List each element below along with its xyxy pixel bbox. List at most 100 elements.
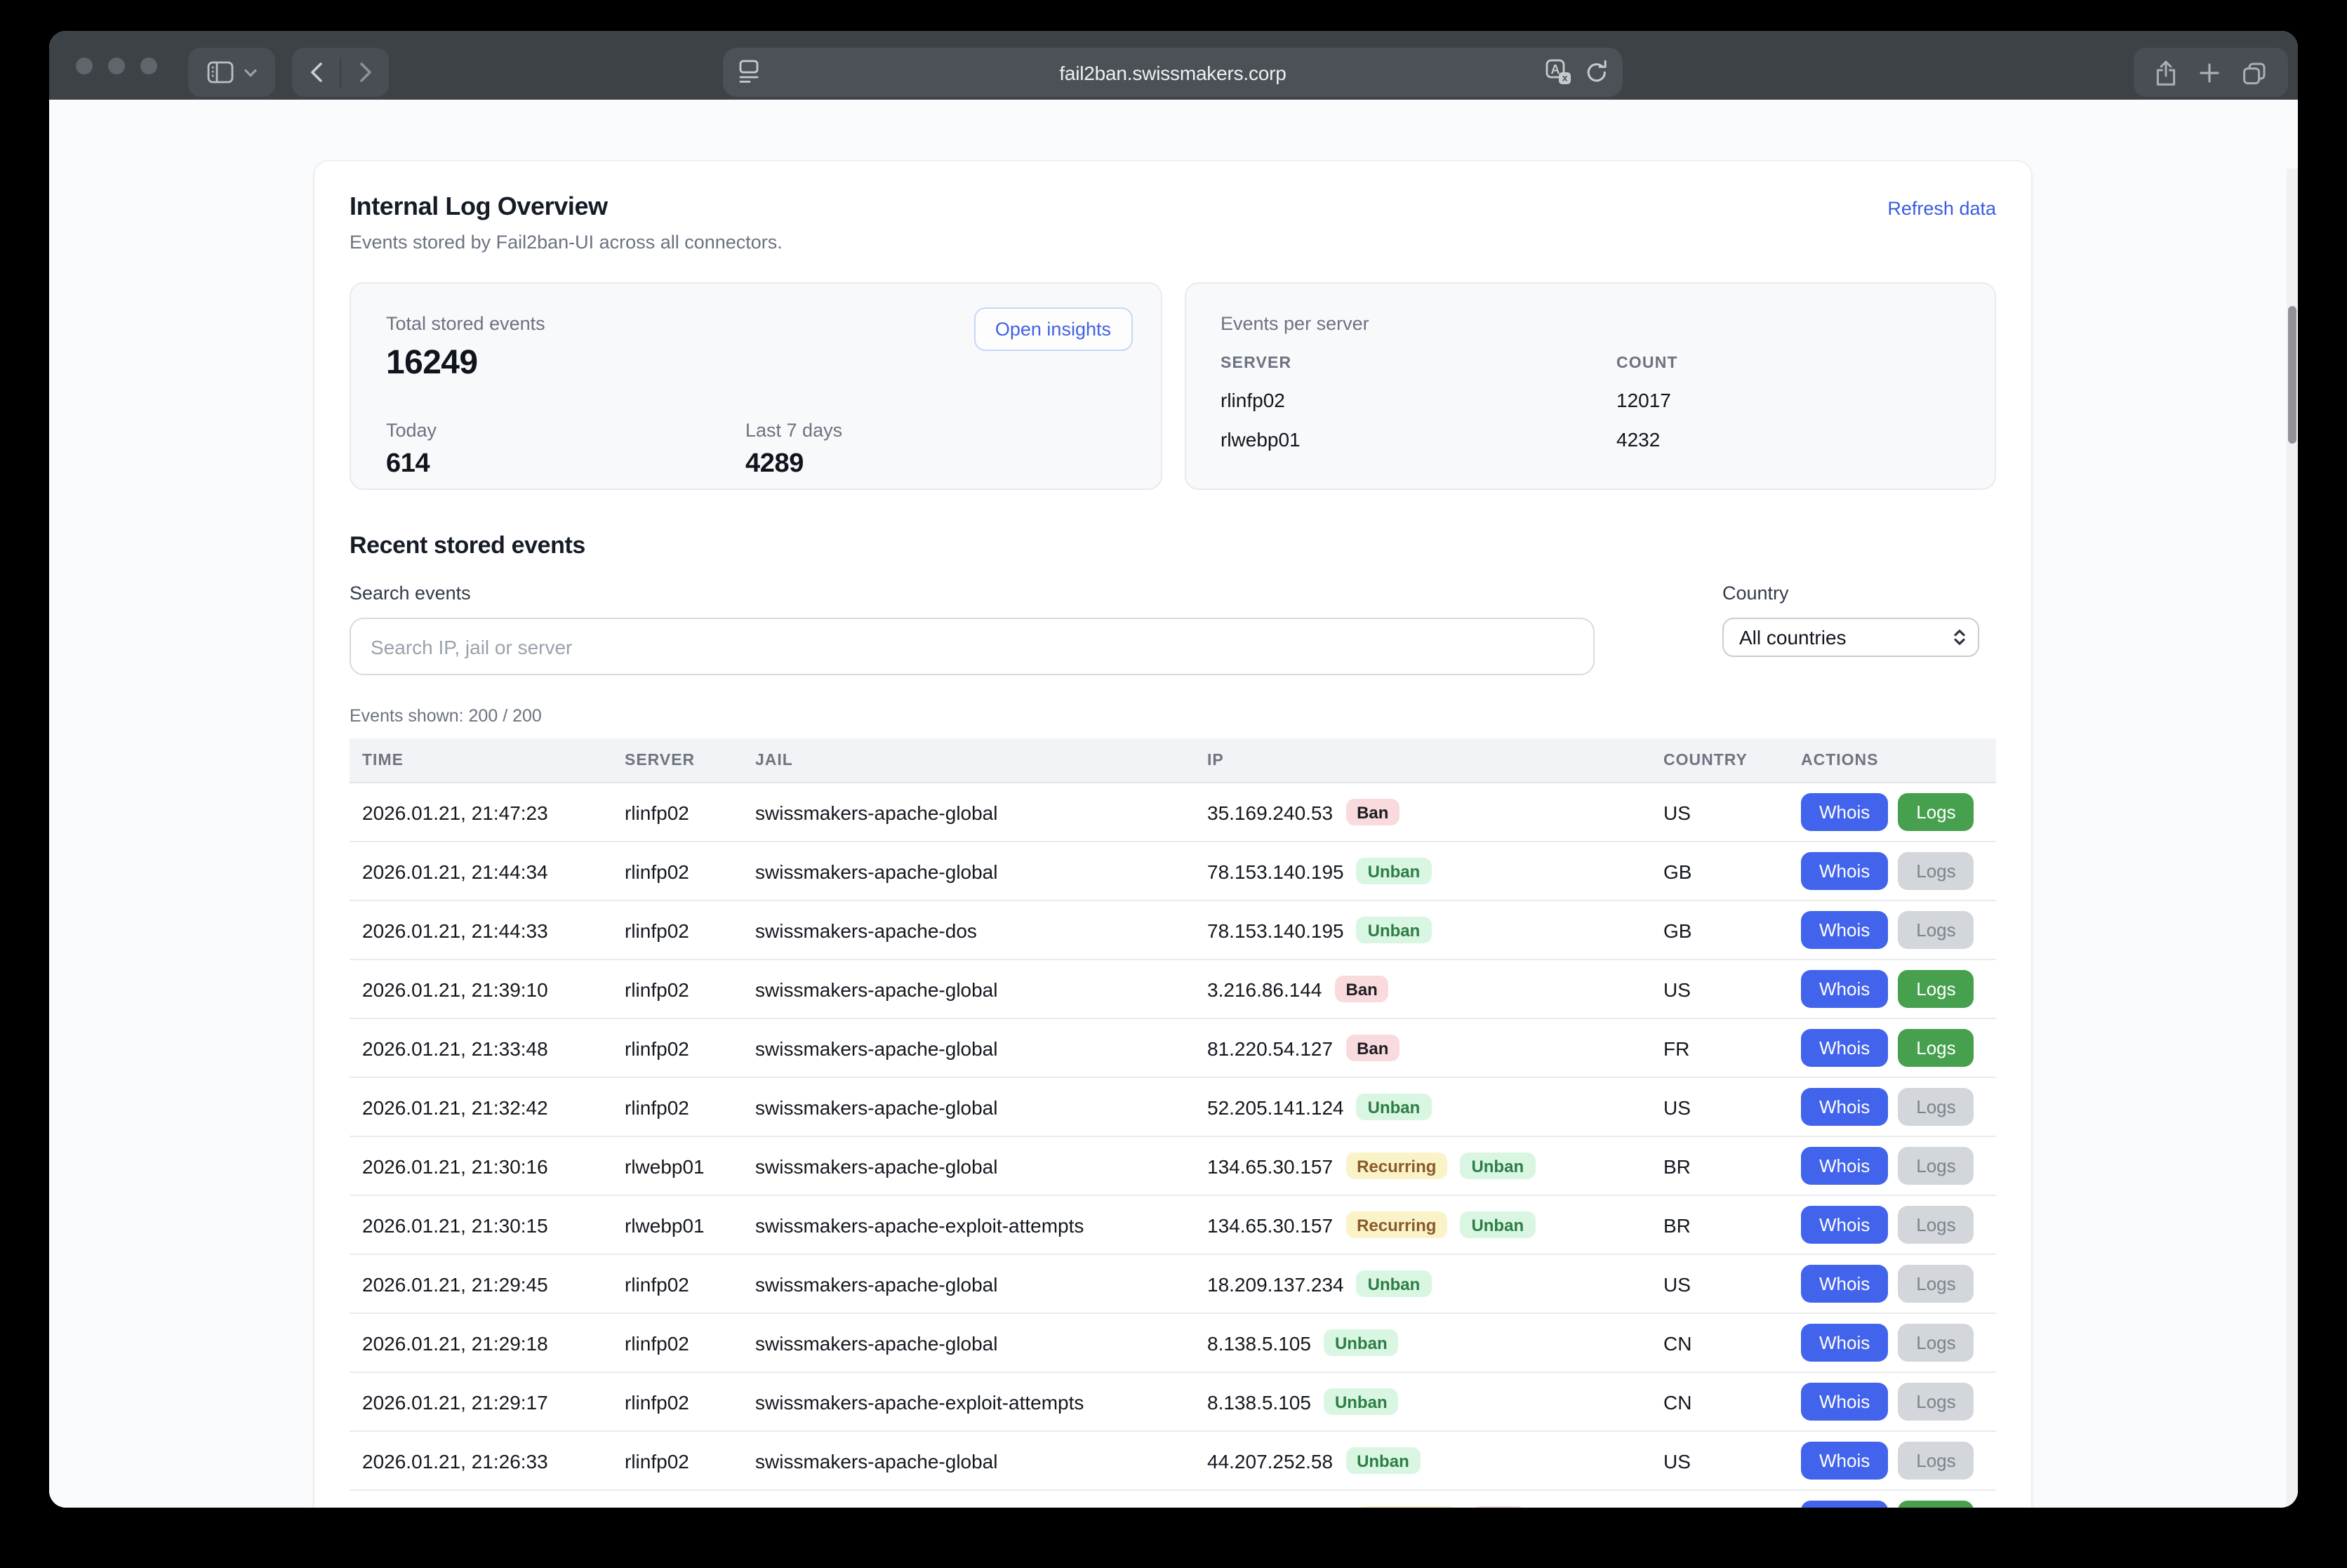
col-server: SERVER [612,752,743,769]
logs-button[interactable]: Logs [1898,1442,1974,1480]
event-country: US [1651,1449,1788,1472]
per-server-title: Events per server [1221,313,1960,335]
ban-badge: Ban [1471,1506,1525,1508]
desktop: fail2ban.swissmakers.corp A x [0,0,2347,1568]
whois-button[interactable]: Whois [1801,911,1888,949]
logs-button[interactable]: Logs [1898,970,1974,1008]
event-ip: 134.65.30.157 [1207,1155,1333,1177]
event-jail: swissmakers-apache-global [743,1037,1195,1059]
whois-button[interactable]: Whois [1801,1324,1888,1362]
per-server-col-count: COUNT [1616,355,1960,372]
event-time: 2026.01.21, 21:44:33 [350,919,612,941]
logs-button[interactable]: Logs [1898,1088,1974,1126]
event-jail: swissmakers-apache-global [743,1155,1195,1177]
translate-icon[interactable]: A x [1545,59,1572,86]
ban-badge: Ban [1345,1035,1399,1061]
unban-badge: Unban [1357,917,1432,943]
event-jail: swissmakers-apache-exploit-attempts [743,1214,1195,1236]
logs-button[interactable]: Logs [1898,793,1974,831]
logs-button[interactable]: Logs [1898,911,1974,949]
table-row: 2026.01.21, 21:44:33 rlinfp02 swissmaker… [350,901,1996,960]
share-icon[interactable] [2155,58,2177,86]
event-jail: swissmakers-apache-global [743,1331,1195,1354]
today-label: Today [386,420,745,442]
recurring-badge: Recurring [1357,1506,1458,1508]
traffic-light-close[interactable] [76,58,93,74]
event-time: 2026.01.21, 21:30:16 [350,1155,612,1177]
logs-button[interactable]: Logs [1898,852,1974,890]
event-ip: 52.205.141.124 [1207,1096,1344,1118]
search-input[interactable] [350,618,1595,675]
country-label: Country [1722,583,1979,605]
event-ip: 3.216.86.144 [1207,978,1322,1000]
event-country: CN [1651,1390,1788,1413]
traffic-light-zoom[interactable] [140,58,157,74]
nav-buttons [292,48,389,97]
whois-button[interactable]: Whois [1801,1442,1888,1480]
scrollbar-track[interactable] [2287,168,2298,1508]
svg-text:x: x [1562,72,1568,84]
back-button[interactable] [292,48,340,97]
country-select[interactable]: All countries [1722,618,1979,657]
event-country: FR [1651,1037,1788,1059]
whois-button[interactable]: Whois [1801,852,1888,890]
event-jail: swissmakers-apache-global [743,801,1195,823]
ban-badge: Ban [1345,799,1399,825]
unban-badge: Unban [1345,1447,1421,1474]
table-row: 2026.01.21, 21:29:45 rlinfp02 swissmaker… [350,1255,1996,1314]
event-ip: 18.209.137.234 [1207,1273,1344,1295]
sidebar-toggle-button[interactable] [188,48,275,97]
per-server-col-server: SERVER [1221,355,1616,372]
toolbar-right-group [2134,48,2288,97]
event-country: US [1651,1273,1788,1295]
event-jail: swissmakers-apache-global [743,1273,1195,1295]
recent-events-title: Recent stored events [350,532,1996,560]
whois-button[interactable]: Whois [1801,1147,1888,1185]
logs-button[interactable]: Logs [1898,1383,1974,1421]
event-time: 2026.01.21, 21:30:15 [350,1214,612,1236]
event-server: rlinfp02 [612,1096,743,1118]
event-jail: swissmakers-apache-global [743,978,1195,1000]
new-tab-icon[interactable] [2198,58,2221,86]
event-time: 2026.01.21, 21:39:10 [350,978,612,1000]
tabs-icon[interactable] [2242,58,2267,86]
page-title: Internal Log Overview [350,192,783,222]
traffic-light-minimize[interactable] [108,58,125,74]
whois-button[interactable]: Whois [1801,1088,1888,1126]
refresh-data-link[interactable]: Refresh data [1887,198,1996,219]
whois-button[interactable]: Whois [1801,970,1888,1008]
logs-button[interactable]: Logs [1898,1501,1974,1508]
forward-button[interactable] [341,48,389,97]
whois-button[interactable]: Whois [1801,1501,1888,1508]
events-shown-count: Events shown: 200 / 200 [350,706,1996,726]
whois-button[interactable]: Whois [1801,793,1888,831]
recurring-badge: Recurring [1345,1152,1447,1179]
whois-button[interactable]: Whois [1801,1206,1888,1244]
whois-button[interactable]: Whois [1801,1029,1888,1067]
logs-button[interactable]: Logs [1898,1206,1974,1244]
address-bar[interactable]: fail2ban.swissmakers.corp A x [723,48,1623,97]
open-insights-button[interactable]: Open insights [974,307,1132,351]
scrollbar-thumb[interactable] [2288,306,2296,444]
unban-badge: Unban [1460,1152,1535,1179]
whois-button[interactable]: Whois [1801,1383,1888,1421]
event-time: 2026.01.21, 21:47:23 [350,801,612,823]
event-country: BR [1651,1155,1788,1177]
logs-button[interactable]: Logs [1898,1265,1974,1303]
logs-button[interactable]: Logs [1898,1147,1974,1185]
logs-button[interactable]: Logs [1898,1029,1974,1067]
last7-value: 4289 [745,449,1105,480]
page-content: Internal Log Overview Events stored by F… [49,100,2298,1508]
event-country: GB [1651,860,1788,882]
whois-button[interactable]: Whois [1801,1265,1888,1303]
event-ip: 78.153.140.195 [1207,860,1344,882]
col-ip: IP [1195,752,1651,769]
page-subtitle: Events stored by Fail2ban-UI across all … [350,232,783,253]
table-row: 2026.01.21, 21:39:10 rlinfp02 swissmaker… [350,960,1996,1019]
logs-button[interactable]: Logs [1898,1324,1974,1362]
event-country: US [1651,978,1788,1000]
event-time: 2026.01.21, 21:26:33 [350,1449,612,1472]
table-row: 2026.01.21, 21:33:48 rlinfp02 swissmaker… [350,1019,1996,1078]
reload-icon[interactable] [1585,59,1609,86]
unban-badge: Unban [1357,858,1432,884]
